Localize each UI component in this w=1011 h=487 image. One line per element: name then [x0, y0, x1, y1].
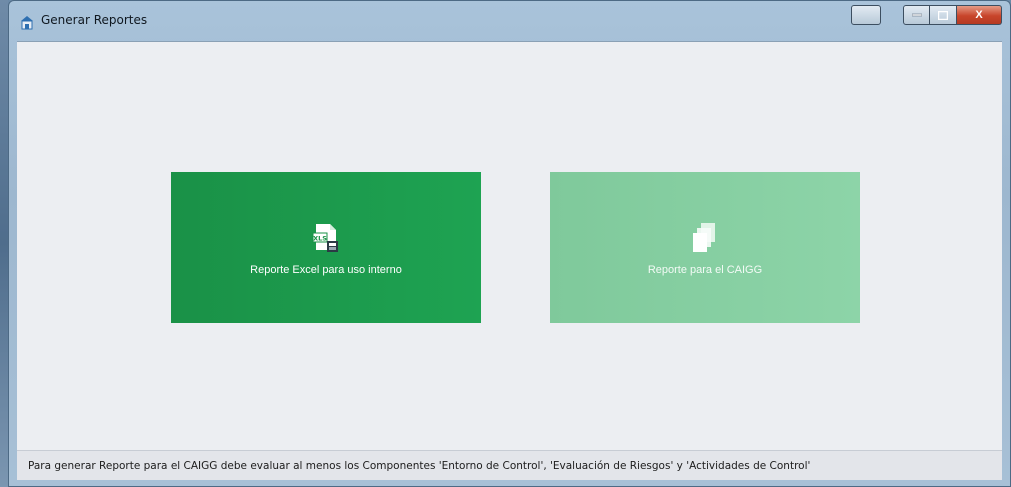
minimize-icon: [911, 13, 922, 17]
status-message: Para generar Reporte para el CAIGG debe …: [28, 459, 811, 472]
minimize-button[interactable]: [903, 5, 930, 25]
caigg-report-button[interactable]: Reporte para el CAIGG: [550, 172, 860, 323]
documents-stack-icon: [688, 220, 722, 254]
client-area: XLS Reporte Excel para uso interno Repor…: [17, 41, 1002, 450]
status-bar: Para generar Reporte para el CAIGG debe …: [17, 450, 1002, 480]
report-window: Generar Reportes X XLS Reporte Excel par…: [8, 0, 1011, 487]
extra-caption-button[interactable]: [851, 5, 881, 25]
excel-report-button[interactable]: XLS Reporte Excel para uso interno: [171, 172, 481, 323]
svg-text:XLS: XLS: [313, 234, 327, 242]
excel-report-icon: XLS: [309, 220, 343, 254]
background-desktop-strip: [0, 0, 8, 487]
title-bar[interactable]: Generar Reportes X: [9, 1, 1010, 41]
window-title: Generar Reportes: [41, 13, 148, 27]
window-controls: X: [851, 5, 1002, 25]
maximize-icon: [938, 10, 948, 20]
caigg-report-label: Reporte para el CAIGG: [647, 263, 763, 276]
maximize-button[interactable]: [930, 5, 957, 25]
close-button[interactable]: X: [957, 5, 1002, 25]
excel-report-label: Reporte Excel para uso interno: [250, 263, 402, 276]
report-app-icon: [19, 14, 35, 30]
